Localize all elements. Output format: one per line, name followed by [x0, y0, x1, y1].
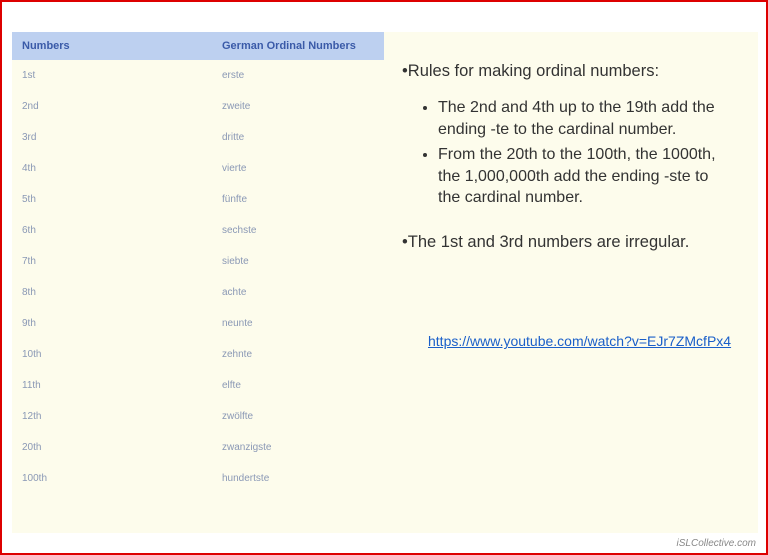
cell-number: 12th [12, 401, 212, 432]
cell-number: 1st [12, 60, 212, 91]
cell-german: dritte [212, 122, 384, 153]
cell-number: 6th [12, 215, 212, 246]
cell-german: siebte [212, 246, 384, 277]
cell-number: 4th [12, 153, 212, 184]
table-row: 20thzwanzigste [12, 432, 384, 463]
cell-german: hundertste [212, 463, 384, 494]
table-row: 7thsiebte [12, 246, 384, 277]
cell-german: fünfte [212, 184, 384, 215]
cell-number: 8th [12, 277, 212, 308]
cell-german: vierte [212, 153, 384, 184]
table-row: 100thhundertste [12, 463, 384, 494]
table-row: 4thvierte [12, 153, 384, 184]
cell-german: achte [212, 277, 384, 308]
youtube-link[interactable]: https://www.youtube.com/watch?v=EJr7ZMcf… [428, 333, 731, 349]
cell-german: zweite [212, 91, 384, 122]
cell-german: zwölfte [212, 401, 384, 432]
cell-german: erste [212, 60, 384, 91]
cell-number: 20th [12, 432, 212, 463]
cell-number: 11th [12, 370, 212, 401]
rules-title: •Rules for making ordinal numbers: [402, 62, 734, 81]
table-row: 3rddritte [12, 122, 384, 153]
cell-number: 2nd [12, 91, 212, 122]
table-row: 2ndzweite [12, 91, 384, 122]
table-row: 11thelfte [12, 370, 384, 401]
table-row: 1sterste [12, 60, 384, 91]
cell-german: sechste [212, 215, 384, 246]
cell-number: 100th [12, 463, 212, 494]
rules-list: The 2nd and 4th up to the 19th add the e… [408, 97, 734, 209]
cell-number: 10th [12, 339, 212, 370]
cell-number: 9th [12, 308, 212, 339]
cell-german: neunte [212, 308, 384, 339]
ordinal-numbers-table: Numbers German Ordinal Numbers 1sterste2… [12, 32, 384, 495]
link-area: https://www.youtube.com/watch?v=EJr7ZMcf… [408, 333, 734, 350]
numbers-table-panel: Numbers German Ordinal Numbers 1sterste2… [12, 32, 384, 533]
table-row: 5thfünfte [12, 184, 384, 215]
rules-panel: •Rules for making ordinal numbers: The 2… [384, 32, 758, 533]
table-row: 9thneunte [12, 308, 384, 339]
table-row: 6thsechste [12, 215, 384, 246]
cell-number: 5th [12, 184, 212, 215]
cell-german: elfte [212, 370, 384, 401]
rule-item: The 2nd and 4th up to the 19th add the e… [438, 97, 734, 140]
watermark: iSLCollective.com [677, 538, 756, 549]
cell-number: 7th [12, 246, 212, 277]
table-row: 10thzehnte [12, 339, 384, 370]
column-header-german: German Ordinal Numbers [212, 32, 384, 60]
slide-content: Numbers German Ordinal Numbers 1sterste2… [12, 32, 758, 533]
table-row: 8thachte [12, 277, 384, 308]
column-header-numbers: Numbers [12, 32, 212, 60]
cell-number: 3rd [12, 122, 212, 153]
cell-german: zehnte [212, 339, 384, 370]
table-row: 12thzwölfte [12, 401, 384, 432]
cell-german: zwanzigste [212, 432, 384, 463]
irregular-note: •The 1st and 3rd numbers are irregular. [402, 231, 734, 253]
rule-item: From the 20th to the 100th, the 1000th, … [438, 144, 734, 209]
